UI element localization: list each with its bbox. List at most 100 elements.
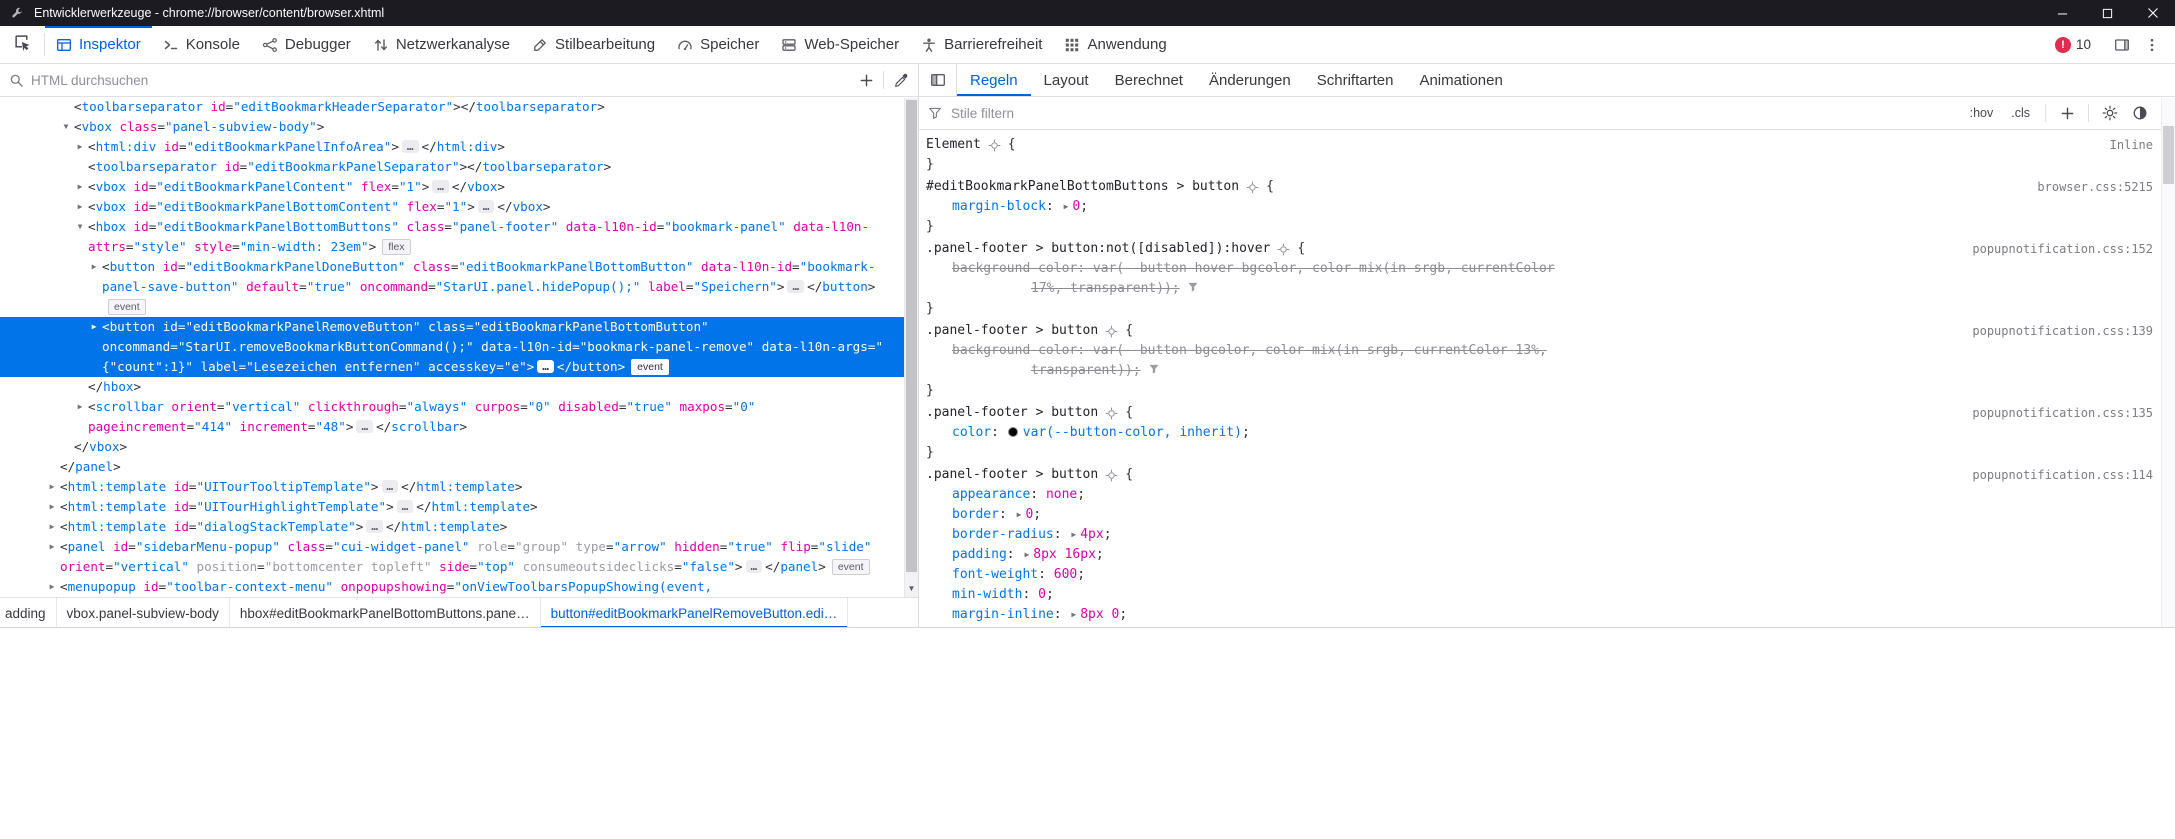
overridden-filter-icon[interactable] [1187, 280, 1199, 300]
css-declaration[interactable]: 17%, transparent)); [919, 279, 2161, 299]
selector-highlighter-icon[interactable] [1105, 325, 1118, 338]
sidebar-tab-berechnet[interactable]: Berechnet [1102, 64, 1196, 96]
selector-highlighter-icon[interactable] [1105, 469, 1118, 482]
three-pane-toggle-button[interactable] [919, 64, 957, 96]
overridden-filter-icon[interactable] [1148, 362, 1160, 382]
breadcrumb-item[interactable]: hbox#editBookmarkPanelBottomButtons.pane… [230, 598, 541, 628]
stylesheet-source-link[interactable]: Inline [2110, 135, 2153, 155]
markup-line[interactable]: attrs="style" style="min-width: 23em">fl… [0, 237, 904, 257]
css-declaration[interactable]: margin-block: ▶0; [919, 197, 2161, 217]
expand-arrow-icon[interactable]: ▶ [46, 517, 58, 537]
sidebar-tab-änderungen[interactable]: Änderungen [1196, 64, 1304, 96]
collapsed-content-ellipsis[interactable]: … [366, 520, 383, 533]
event-badge[interactable]: event [108, 299, 146, 315]
markup-line[interactable]: ▶<panel id="sidebarMenu-popup" class="cu… [0, 537, 904, 557]
expand-shorthand-icon[interactable]: ▶ [1017, 505, 1022, 525]
tool-tab-styleeditor[interactable]: Stilbearbeitung [521, 26, 666, 63]
tool-tab-console[interactable]: Konsole [152, 26, 251, 63]
sidebar-tab-schriftarten[interactable]: Schriftarten [1304, 64, 1407, 96]
stylesheet-source-link[interactable]: popupnotification.css:114 [1972, 465, 2153, 485]
expand-arrow-icon[interactable]: ▶ [74, 397, 86, 417]
markup-line[interactable]: ▶<button id="editBookmarkPanelRemoveButt… [0, 317, 904, 337]
stylesheet-source-link[interactable]: browser.css:5215 [2037, 177, 2153, 197]
dark-scheme-simulation-button[interactable] [2127, 101, 2153, 125]
stylesheet-source-link[interactable]: popupnotification.css:135 [1972, 403, 2153, 423]
class-panel-toggle-button[interactable]: .cls [2004, 103, 2037, 123]
markup-scrollbar[interactable]: ▼ [904, 98, 918, 597]
css-declaration[interactable]: background-color: var(--button-hover-bgc… [919, 259, 2161, 279]
expand-shorthand-icon[interactable]: ▶ [1071, 605, 1076, 625]
add-rule-button[interactable] [2054, 101, 2080, 125]
style-filter-input[interactable] [951, 106, 1959, 121]
markup-line[interactable]: ▶<vbox id="editBookmarkPanelContent" fle… [0, 177, 904, 197]
rule-selector[interactable]: Element [926, 135, 981, 155]
markup-line[interactable]: oncommand="StarUI.removeBookmarkButtonCo… [0, 337, 904, 357]
markup-line[interactable]: ▶<html:div id="editBookmarkPanelInfoArea… [0, 137, 904, 157]
css-declaration[interactable]: appearance: none; [919, 485, 2161, 505]
expand-shorthand-icon[interactable]: ▶ [1024, 545, 1029, 565]
markup-line[interactable]: ▶<html:template id="dialogStackTemplate"… [0, 517, 904, 537]
rule-selector[interactable]: .panel-footer > button [926, 403, 1098, 423]
css-declaration[interactable]: padding: ▶8px 16px; [919, 545, 2161, 565]
pick-element-button[interactable] [0, 26, 44, 63]
scroll-down-arrow-icon[interactable]: ▼ [905, 581, 918, 595]
markup-line[interactable]: pageincrement="414" increment="48">…</sc… [0, 417, 904, 437]
markup-line[interactable]: panel-save-button" default="true" oncomm… [0, 277, 904, 297]
sidebar-tab-animationen[interactable]: Animationen [1406, 64, 1515, 96]
collapse-arrow-icon[interactable]: ▼ [74, 217, 86, 237]
flex-badge[interactable]: flex [382, 239, 410, 255]
expand-arrow-icon[interactable]: ▶ [46, 577, 58, 597]
minimize-button[interactable] [2040, 0, 2085, 26]
breadcrumb-item[interactable]: adding [0, 598, 57, 628]
tool-tab-application[interactable]: Anwendung [1053, 26, 1177, 63]
collapsed-content-ellipsis[interactable]: … [382, 480, 399, 493]
css-declaration[interactable]: border: ▶0; [919, 505, 2161, 525]
css-declaration[interactable]: margin-inline: ▶8px 0; [919, 605, 2161, 625]
markup-line[interactable]: <toolbarseparator id="editBookmarkHeader… [0, 97, 904, 117]
markup-line[interactable]: event [0, 297, 904, 317]
breadcrumb-item[interactable]: button#editBookmarkPanelRemoveButton.edi… [541, 598, 849, 628]
add-node-button[interactable] [849, 64, 883, 96]
collapsed-content-ellipsis[interactable]: … [432, 180, 449, 193]
expand-arrow-icon[interactable]: ▶ [74, 177, 86, 197]
css-declaration[interactable]: min-width: 0; [919, 585, 2161, 605]
markup-line[interactable]: ▶<vbox id="editBookmarkPanelBottomConten… [0, 197, 904, 217]
tool-tab-network[interactable]: Netzwerkanalyse [362, 26, 521, 63]
color-swatch[interactable] [1008, 427, 1018, 437]
markup-line[interactable]: orient="vertical" position="bottomcenter… [0, 557, 904, 577]
sidebar-tab-regeln[interactable]: Regeln [957, 64, 1031, 96]
expand-shorthand-icon[interactable]: ▶ [1064, 197, 1069, 217]
css-declaration[interactable]: transparent)); [919, 361, 2161, 381]
selector-highlighter-icon[interactable] [988, 139, 1001, 152]
tool-tab-memory[interactable]: Speicher [666, 26, 770, 63]
rule-selector[interactable]: .panel-footer > button:not([disabled]):h… [926, 239, 1270, 259]
collapsed-content-ellipsis[interactable]: … [478, 200, 495, 213]
maximize-button[interactable] [2085, 0, 2130, 26]
markup-line[interactable]: ▶<html:template id="UITourHighlightTempl… [0, 497, 904, 517]
markup-line[interactable]: ▼<vbox class="panel-subview-body"> [0, 117, 904, 137]
pseudo-class-panel-toggle-button[interactable]: :hov [1963, 103, 2001, 123]
tool-tab-storage[interactable]: Web-Speicher [770, 26, 910, 63]
rule-selector[interactable]: .panel-footer > button [926, 321, 1098, 341]
html-search-input[interactable] [31, 64, 849, 96]
tool-tab-debugger[interactable]: Debugger [251, 26, 362, 63]
expand-shorthand-icon[interactable]: ▶ [1071, 525, 1076, 545]
rule-selector[interactable]: #editBookmarkPanelBottomButtons > button [926, 177, 1239, 197]
tool-tab-inspector[interactable]: Inspektor [45, 26, 152, 63]
selector-highlighter-icon[interactable] [1246, 181, 1259, 194]
markup-line[interactable]: <toolbarseparator id="editBookmarkPanelS… [0, 157, 904, 177]
expand-arrow-icon[interactable]: ▶ [46, 477, 58, 497]
collapsed-content-ellipsis[interactable]: … [746, 560, 763, 573]
expand-arrow-icon[interactable]: ▶ [46, 537, 58, 557]
light-scheme-simulation-button[interactable] [2097, 101, 2123, 125]
expand-arrow-icon[interactable]: ▶ [88, 317, 100, 337]
rules-scrollbar[interactable] [2161, 98, 2175, 628]
markup-line[interactable]: ▼<hbox id="editBookmarkPanelBottomButton… [0, 217, 904, 237]
expand-arrow-icon[interactable]: ▶ [74, 197, 86, 217]
error-count-badge[interactable]: ! 10 [2055, 37, 2091, 53]
css-declaration[interactable]: color: var(--button-color, inherit); [919, 423, 2161, 443]
sidebar-tab-layout[interactable]: Layout [1031, 64, 1102, 96]
selector-highlighter-icon[interactable] [1277, 243, 1290, 256]
event-badge[interactable]: event [631, 359, 669, 375]
collapsed-content-ellipsis[interactable]: … [537, 360, 554, 373]
